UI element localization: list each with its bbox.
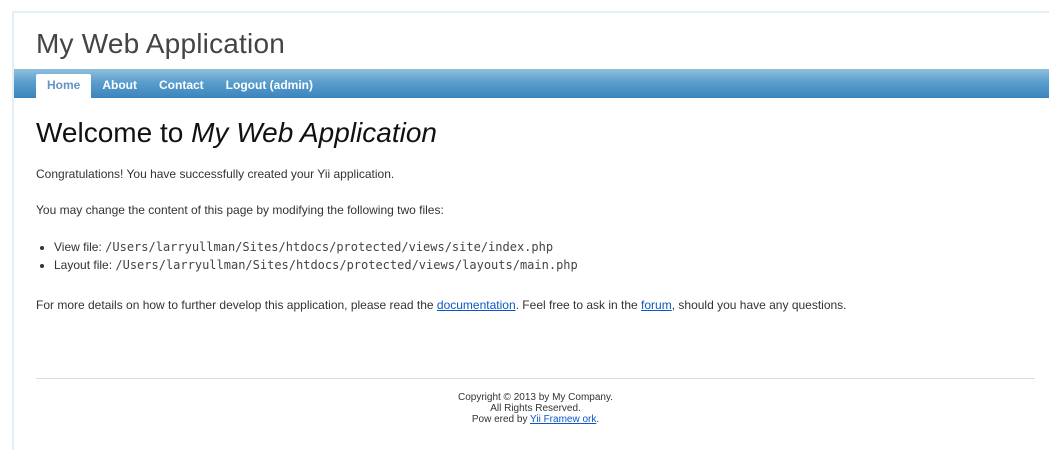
view-file-label: View file: bbox=[54, 240, 106, 254]
footer-powered-by: Pow ered by Yii Framew ork. bbox=[36, 414, 1035, 425]
main-content: Welcome to My Web Application Congratula… bbox=[14, 116, 1049, 313]
yii-framework-link[interactable]: Yii Framew ork bbox=[530, 414, 596, 425]
change-content-text: You may change the content of this page … bbox=[36, 203, 444, 217]
header: My Web Application bbox=[14, 13, 1049, 69]
site-logo-title: My Web Application bbox=[36, 28, 285, 59]
file-list: View file: /Users/larryullman/Sites/htdo… bbox=[36, 238, 1027, 274]
page-title-emphasis: My Web Application bbox=[191, 117, 437, 148]
menu-item-home[interactable]: Home bbox=[36, 74, 92, 98]
details-middle-text: . Feel free to ask in the bbox=[515, 298, 642, 312]
documentation-link[interactable]: documentation bbox=[437, 298, 516, 312]
page-title-prefix: Welcome to bbox=[36, 117, 192, 148]
footer-copyright: Copyright © 2013 by My Company. bbox=[457, 392, 614, 403]
view-file-path: /Users/larryullman/Sites/htdocs/protecte… bbox=[105, 240, 554, 254]
powered-by-prefix: Pow ered by bbox=[471, 414, 531, 425]
menu-item-contact[interactable]: Contact bbox=[148, 74, 215, 98]
page-title: Welcome to My Web Application bbox=[36, 116, 1027, 150]
footer: Copyright © 2013 by My Company. All Righ… bbox=[36, 378, 1035, 425]
layout-file-path: /Users/larryullman/Sites/htdocs/protecte… bbox=[115, 258, 578, 272]
powered-by-suffix: . bbox=[596, 414, 600, 425]
congratulations-text: Congratulations! You have successfully c… bbox=[36, 167, 395, 181]
details-text: For more details on how to further devel… bbox=[36, 297, 1027, 313]
layout-file-label: Layout file: bbox=[54, 258, 116, 272]
menu-item-about[interactable]: About bbox=[91, 74, 148, 98]
footer-rights: All Rights Reserved. bbox=[490, 403, 581, 414]
details-after-text: , should you have any questions. bbox=[671, 298, 847, 312]
list-item-layout-file: Layout file: /Users/larryullman/Sites/ht… bbox=[54, 256, 1027, 274]
list-item-view-file: View file: /Users/larryullman/Sites/htdo… bbox=[54, 238, 1027, 256]
main-menu: Home About Contact Logout (admin) bbox=[14, 69, 1049, 98]
menu-item-logout[interactable]: Logout (admin) bbox=[215, 74, 324, 98]
page-container: My Web Application Home About Contact Lo… bbox=[12, 11, 1049, 450]
forum-link[interactable]: forum bbox=[641, 298, 672, 312]
details-before-text: For more details on how to further devel… bbox=[36, 298, 437, 312]
